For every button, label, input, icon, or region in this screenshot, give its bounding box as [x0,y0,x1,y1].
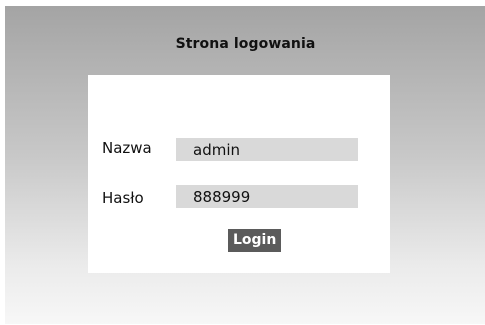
login-page: Strona logowania Nazwa Hasło Login [5,6,485,324]
username-input[interactable] [176,138,358,161]
page-title: Strona logowania [175,36,316,52]
login-card: Nazwa Hasło Login [88,75,390,273]
password-label: Hasło [102,189,144,207]
username-label: Nazwa [102,139,152,157]
login-button[interactable]: Login [228,229,282,252]
password-input[interactable] [176,185,358,208]
